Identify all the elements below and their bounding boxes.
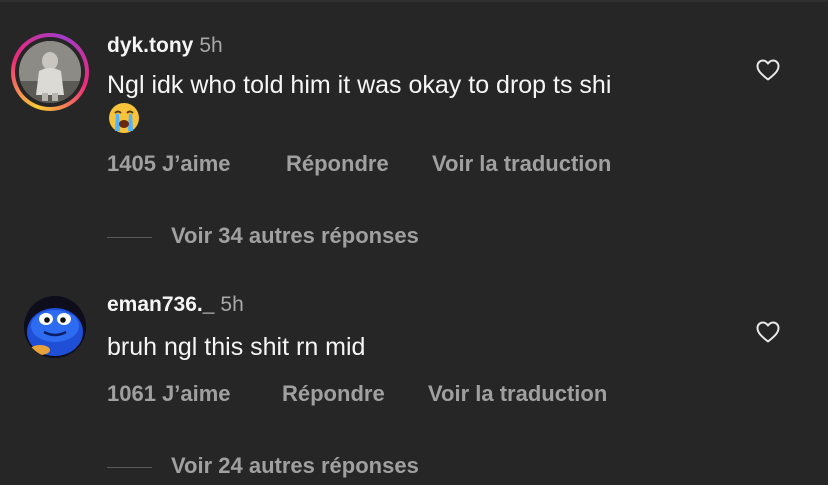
avatar-story-ring[interactable]: [11, 33, 89, 111]
avatar-photo: [24, 296, 86, 358]
likes-count[interactable]: 1061 J’aime: [107, 381, 231, 407]
reply-button[interactable]: Répondre: [282, 381, 385, 407]
comment-username[interactable]: dyk.tony 5h: [107, 34, 223, 58]
avatar: [19, 41, 81, 103]
replies-divider: [107, 237, 152, 238]
translate-button[interactable]: Voir la traduction: [428, 381, 607, 407]
replies-divider: [107, 467, 152, 468]
avatar-photo: [19, 41, 81, 103]
comment-text: Ngl idk who told him it was okay to drop…: [107, 71, 612, 99]
avatar[interactable]: [24, 296, 86, 358]
likes-count[interactable]: 1405 J’aime: [107, 151, 231, 177]
reply-button[interactable]: Répondre: [286, 151, 389, 177]
username-text[interactable]: eman736._: [107, 293, 214, 316]
like-heart-icon[interactable]: [756, 321, 780, 343]
username-text[interactable]: dyk.tony: [107, 34, 193, 57]
view-replies-label[interactable]: Voir 24 autres réponses: [171, 453, 419, 479]
view-replies-label[interactable]: Voir 34 autres réponses: [171, 223, 419, 249]
comment-text: bruh ngl this shit rn mid: [107, 333, 366, 361]
like-heart-icon[interactable]: [756, 59, 780, 81]
comment-time: 5h: [199, 34, 223, 57]
loudly-crying-face-icon: [107, 101, 141, 140]
translate-button[interactable]: Voir la traduction: [432, 151, 611, 177]
top-divider: [0, 0, 828, 2]
comment-username[interactable]: eman736._ 5h: [107, 293, 244, 317]
comment-time: 5h: [220, 293, 244, 316]
